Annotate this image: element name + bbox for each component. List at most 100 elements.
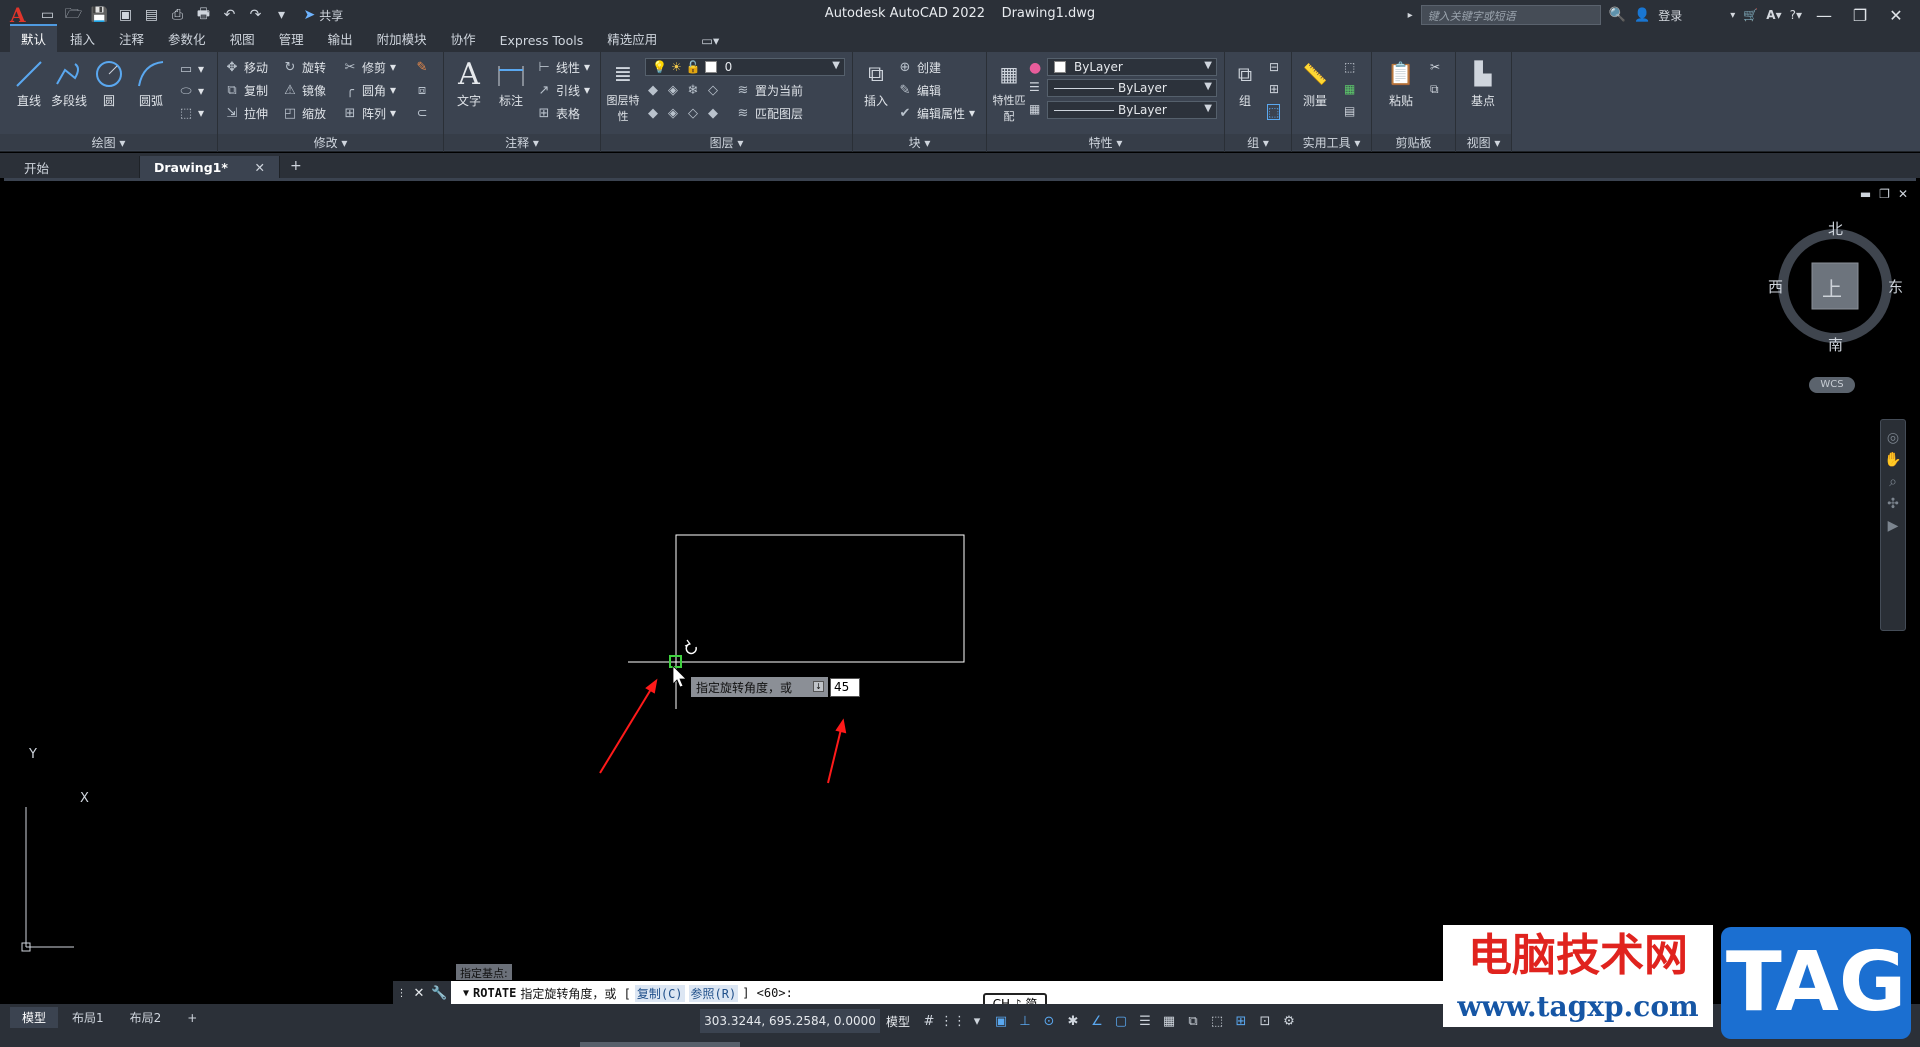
tab-layout1[interactable]: 布局1 bbox=[60, 1007, 116, 1028]
viewcube[interactable]: 北 南 东 西 上 bbox=[1768, 218, 1903, 354]
isodraft-icon[interactable]: ✱ bbox=[1064, 1012, 1082, 1030]
undo-icon[interactable]: ↶ bbox=[220, 5, 240, 25]
dynamic-input-icon[interactable]: ▣ bbox=[992, 1012, 1010, 1030]
cancel-command-icon[interactable]: ✕ bbox=[413, 986, 424, 1001]
hatch-tool[interactable]: ⬭ ▾ bbox=[178, 80, 204, 102]
tab-featured-apps[interactable]: 精选应用 bbox=[596, 26, 668, 52]
explode-button[interactable]: ⧈ bbox=[414, 79, 430, 101]
copy-button[interactable]: ⧉ 复制 bbox=[224, 79, 268, 101]
save-as-icon[interactable]: ▣ bbox=[116, 5, 136, 25]
create-block-button[interactable]: ⊕ 创建 bbox=[897, 56, 941, 78]
modify-panel-label[interactable]: 修改 ▾ bbox=[218, 134, 443, 150]
offset-button[interactable]: ⊂ bbox=[414, 102, 430, 124]
move-button[interactable]: ✥ 移动 bbox=[224, 56, 268, 78]
spreadsheet-icon[interactable]: ▦ bbox=[1344, 82, 1355, 96]
erase-button[interactable]: ✎ bbox=[414, 56, 430, 78]
viewcube-top-face[interactable]: 上 bbox=[1822, 273, 1842, 302]
quick-select-icon[interactable]: ⬚ bbox=[1344, 60, 1355, 74]
object-snap-icon[interactable]: ▢ bbox=[1112, 1012, 1130, 1030]
cart-icon[interactable]: 🛒 bbox=[1743, 8, 1758, 22]
new-tab-button[interactable]: + bbox=[280, 158, 312, 178]
compass-south[interactable]: 南 bbox=[1828, 334, 1843, 355]
mirror-button[interactable]: ⚠ 镜像 bbox=[282, 79, 326, 101]
recent-commands-icon[interactable]: ▼ bbox=[463, 988, 469, 999]
color-wheel-icon[interactable]: ● bbox=[1029, 60, 1041, 76]
groups-panel-label[interactable]: 组 ▾ bbox=[1225, 134, 1291, 150]
ortho-icon[interactable]: ⊥ bbox=[1016, 1012, 1034, 1030]
arc-tool[interactable]: 圆弧 bbox=[130, 56, 172, 109]
user-icon[interactable]: 👤 bbox=[1634, 8, 1650, 23]
orbit-icon[interactable]: ✣ bbox=[1887, 496, 1899, 512]
drawn-rectangle[interactable] bbox=[675, 534, 965, 663]
insert-tool[interactable]: ⧉ 插入 bbox=[855, 56, 897, 109]
block-panel-label[interactable]: 块 ▾ bbox=[853, 134, 986, 150]
web-mobile-icon[interactable]: ▤ bbox=[142, 5, 162, 25]
customize-qat-icon[interactable]: ▾ bbox=[272, 5, 292, 25]
tab-home[interactable]: 默认 bbox=[10, 24, 58, 52]
annotation-scale-icon[interactable]: ⬚ bbox=[1208, 1012, 1226, 1030]
color-dropdown[interactable]: ByLayer ▼ bbox=[1047, 58, 1217, 76]
copy-clip-icon[interactable]: ⧉ bbox=[1430, 82, 1439, 97]
steering-wheel-icon[interactable]: ◎ bbox=[1887, 430, 1899, 446]
snap-icon[interactable]: ⋮⋮ bbox=[940, 1012, 966, 1030]
tab-collaborate[interactable]: 协作 bbox=[440, 26, 487, 52]
compass-north[interactable]: 北 bbox=[1828, 218, 1843, 239]
compass-west[interactable]: 西 bbox=[1768, 276, 1783, 297]
draw-panel-label[interactable]: 绘图 ▾ bbox=[0, 134, 217, 150]
object-snap-tracking-icon[interactable]: ∠ bbox=[1088, 1012, 1106, 1030]
horizontal-scrollbar[interactable] bbox=[580, 1042, 740, 1047]
group-edit-icon[interactable]: ⊞ bbox=[1269, 82, 1279, 96]
edit-block-button[interactable]: ✎ 编辑 bbox=[897, 79, 941, 101]
units-icon[interactable]: ⚙ bbox=[1280, 1012, 1298, 1030]
rotation-angle-input[interactable]: 45 bbox=[830, 678, 860, 697]
customize-wrench-icon[interactable]: 🔧 bbox=[431, 986, 447, 1001]
annotation-panel-label[interactable]: 注释 ▾ bbox=[444, 134, 600, 150]
text-tool[interactable]: A 文字 bbox=[448, 56, 490, 109]
match-properties-tool[interactable]: ▦ 特性匹配 bbox=[989, 56, 1029, 124]
layer-dropdown[interactable]: 💡 ☀ 🔓 0 ▼ bbox=[645, 58, 845, 76]
restore-button[interactable]: ❐ bbox=[1846, 6, 1874, 25]
plot-icon[interactable]: ⎙ bbox=[168, 5, 188, 25]
view-panel-label[interactable]: 视图 ▾ bbox=[1456, 134, 1511, 150]
save-icon[interactable]: 💾 bbox=[90, 5, 110, 25]
polyline-tool[interactable]: 多段线 bbox=[48, 56, 90, 109]
close-button[interactable]: ✕ bbox=[1882, 6, 1910, 25]
share-button[interactable]: ➤ 共享 bbox=[304, 7, 344, 24]
ungroup-icon[interactable]: ⊟ bbox=[1269, 60, 1279, 74]
line-tool[interactable]: 直线 bbox=[8, 56, 50, 109]
tab-start[interactable]: 开始 bbox=[10, 156, 140, 178]
close-icon[interactable]: ✕ bbox=[255, 160, 265, 175]
measure-tool[interactable]: 📏 测量 bbox=[1294, 56, 1336, 109]
table-button[interactable]: ⊞ 表格 bbox=[536, 102, 580, 124]
tab-layout2[interactable]: 布局2 bbox=[118, 1007, 174, 1028]
leader-button[interactable]: ↗ 引线 ▾ bbox=[536, 79, 591, 101]
properties-panel-label[interactable]: 特性 ▾ bbox=[987, 134, 1224, 150]
match-layer-button[interactable]: ≋ 匹配图层 bbox=[735, 102, 803, 124]
rectangle-tool[interactable]: ▭ ▾ bbox=[178, 58, 204, 80]
infer-icon[interactable]: ▾ bbox=[968, 1012, 986, 1030]
drawing-canvas[interactable]: ▬ ❐ ✕ Y X 北 南 东 西 上 WCS ◎ ✋ ⌕ ✣ ▶ 指定旋转角度… bbox=[4, 178, 1916, 1004]
add-layout-button[interactable]: + bbox=[175, 1009, 209, 1027]
pan-hand-icon[interactable]: ✋ bbox=[1884, 452, 1901, 468]
trim-button[interactable]: ✂ 修剪 ▾ bbox=[342, 56, 397, 78]
print-icon[interactable]: 🖶 bbox=[194, 5, 214, 25]
redo-icon[interactable]: ↷ bbox=[246, 5, 266, 25]
boundary-tool[interactable]: ⬚ ▾ bbox=[178, 102, 204, 124]
layer-tools-row1[interactable]: ◆ ◈ ❄ ◇ bbox=[645, 79, 721, 101]
linear-dim-button[interactable]: ⊢ 线性 ▾ bbox=[536, 56, 590, 78]
edit-attr-button[interactable]: ✔ 编辑属性 ▾ bbox=[897, 102, 976, 124]
tab-express-tools[interactable]: Express Tools bbox=[489, 30, 595, 52]
transparency-toggle-icon[interactable]: ▦ bbox=[1160, 1012, 1178, 1030]
expand-arrow-icon[interactable]: ▸ bbox=[1408, 10, 1413, 21]
zoom-extents-icon[interactable]: ⌕ bbox=[1889, 474, 1897, 490]
showmotion-icon[interactable]: ▶ bbox=[1888, 518, 1899, 534]
help-icon[interactable]: ?▾ bbox=[1790, 8, 1802, 22]
circle-tool[interactable]: 圆 bbox=[88, 56, 130, 109]
tab-manage[interactable]: 管理 bbox=[268, 26, 315, 52]
model-space-button[interactable]: 模型 bbox=[882, 1009, 914, 1033]
grid-icon[interactable]: # bbox=[920, 1012, 938, 1030]
paste-tool[interactable]: 📋 粘贴 bbox=[1380, 56, 1422, 109]
group-select-icon[interactable]: ⬚ bbox=[1267, 104, 1281, 120]
tab-insert[interactable]: 插入 bbox=[59, 26, 106, 52]
minimize-button[interactable]: — bbox=[1810, 6, 1838, 25]
